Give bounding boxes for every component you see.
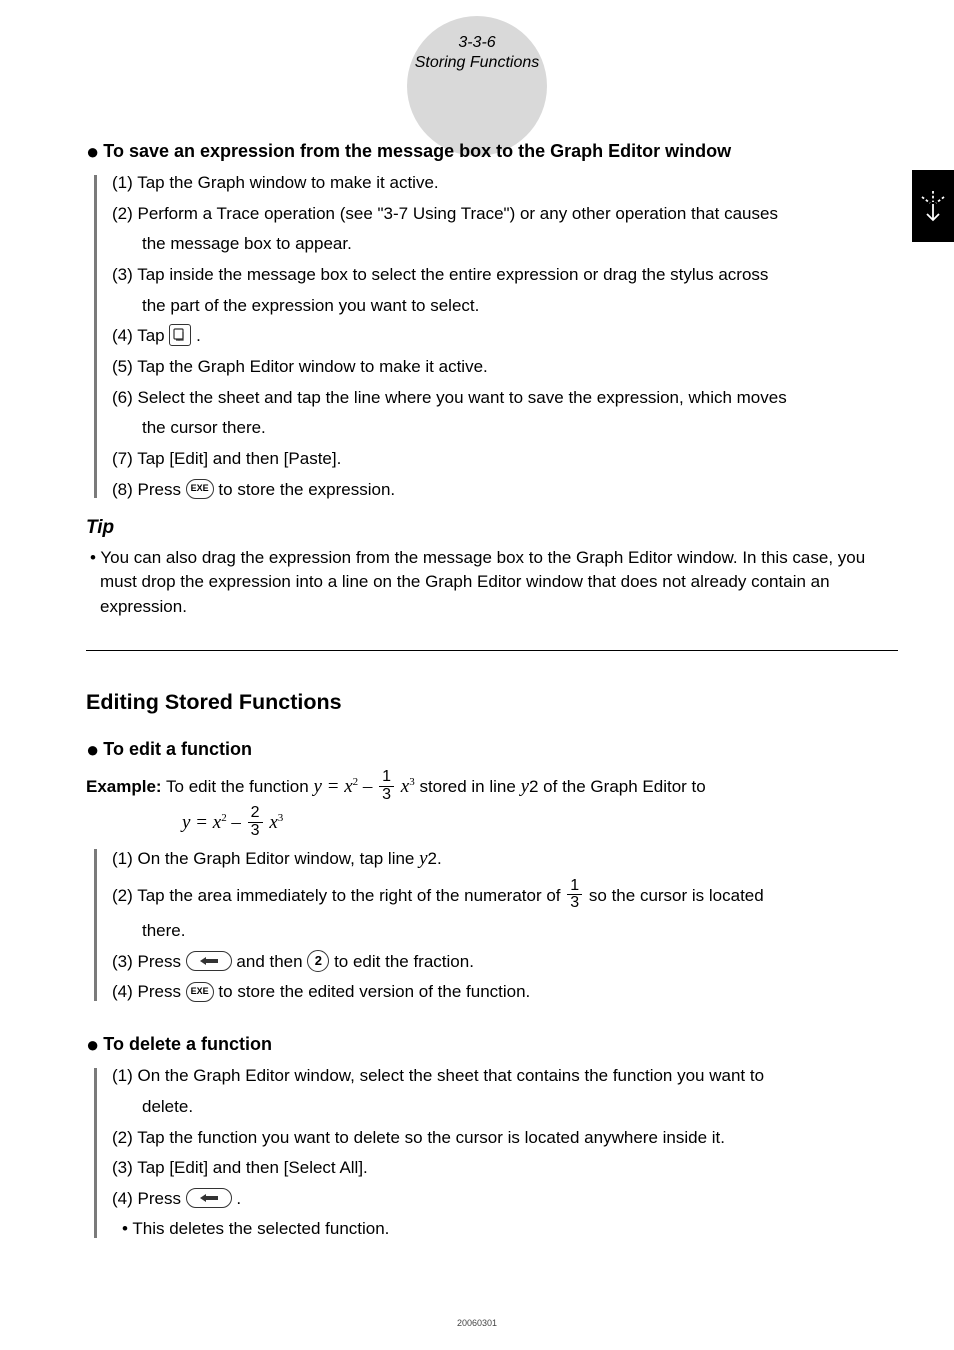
- step-bar: [94, 1068, 97, 1238]
- step: (1) Tap the Graph window to make it acti…: [112, 171, 898, 196]
- two-key-icon[interactable]: 2: [307, 950, 329, 972]
- steps-save-expression: (1) Tap the Graph window to make it acti…: [86, 171, 898, 502]
- step: (4) Press EXE to store the edited versio…: [112, 980, 898, 1005]
- step-result: • This deletes the selected function.: [112, 1217, 898, 1242]
- page-number: 3-3-6: [458, 34, 495, 52]
- step: (3) Press and then 2 to edit the fractio…: [112, 950, 898, 975]
- steps-delete-function: (1) On the Graph Editor window, select t…: [86, 1064, 898, 1242]
- footer-date: 20060301: [0, 1318, 954, 1328]
- equation-target: y = x2 – 23 x3: [182, 806, 898, 841]
- tip-body: • You can also drag the expression from …: [86, 546, 898, 620]
- step-bar: [94, 849, 97, 1001]
- step-cont: the message box to appear.: [112, 232, 898, 257]
- heading-edit-function: ●To edit a function: [86, 736, 898, 762]
- divider: [86, 650, 898, 651]
- step: (6) Select the sheet and tap the line wh…: [112, 386, 898, 411]
- steps-edit-function: (1) On the Graph Editor window, tap line…: [86, 845, 898, 1005]
- content-area: ●To save an expression from the message …: [86, 120, 898, 1252]
- left-delete-key-icon[interactable]: [186, 1188, 232, 1208]
- step: (2) Perform a Trace operation (see "3-7 …: [112, 202, 898, 227]
- tip-heading: Tip: [86, 514, 898, 542]
- step: (8) Press EXE to store the expression.: [112, 478, 898, 503]
- heading-save-expression: ●To save an expression from the message …: [86, 138, 898, 164]
- exe-key-icon[interactable]: EXE: [186, 479, 214, 499]
- step: (4) Tap .: [112, 324, 898, 349]
- example-line: Example: To edit the function y = x2 – 1…: [86, 770, 898, 805]
- copy-icon[interactable]: [169, 324, 191, 346]
- step-cont: the part of the expression you want to s…: [112, 294, 898, 319]
- side-tab-icon: [912, 170, 954, 242]
- step: (2) Tap the area immediately to the righ…: [112, 879, 898, 914]
- step: (1) On the Graph Editor window, select t…: [112, 1064, 898, 1089]
- step: (5) Tap the Graph Editor window to make …: [112, 355, 898, 380]
- heading-editing-stored: Editing Stored Functions: [86, 687, 898, 718]
- left-delete-key-icon[interactable]: [186, 951, 232, 971]
- step-cont: there.: [112, 919, 898, 944]
- step: (3) Tap inside the message box to select…: [112, 263, 898, 288]
- step: (1) On the Graph Editor window, tap line…: [112, 845, 898, 873]
- exe-key-icon[interactable]: EXE: [186, 982, 214, 1002]
- step: (7) Tap [Edit] and then [Paste].: [112, 447, 898, 472]
- heading-delete-function: ●To delete a function: [86, 1031, 898, 1057]
- step-cont: the cursor there.: [112, 416, 898, 441]
- step-cont: delete.: [112, 1095, 898, 1120]
- step: (3) Tap [Edit] and then [Select All].: [112, 1156, 898, 1181]
- step: (2) Tap the function you want to delete …: [112, 1126, 898, 1151]
- step: (4) Press .: [112, 1187, 898, 1212]
- page-title: Storing Functions: [415, 54, 540, 72]
- step-bar: [94, 175, 97, 498]
